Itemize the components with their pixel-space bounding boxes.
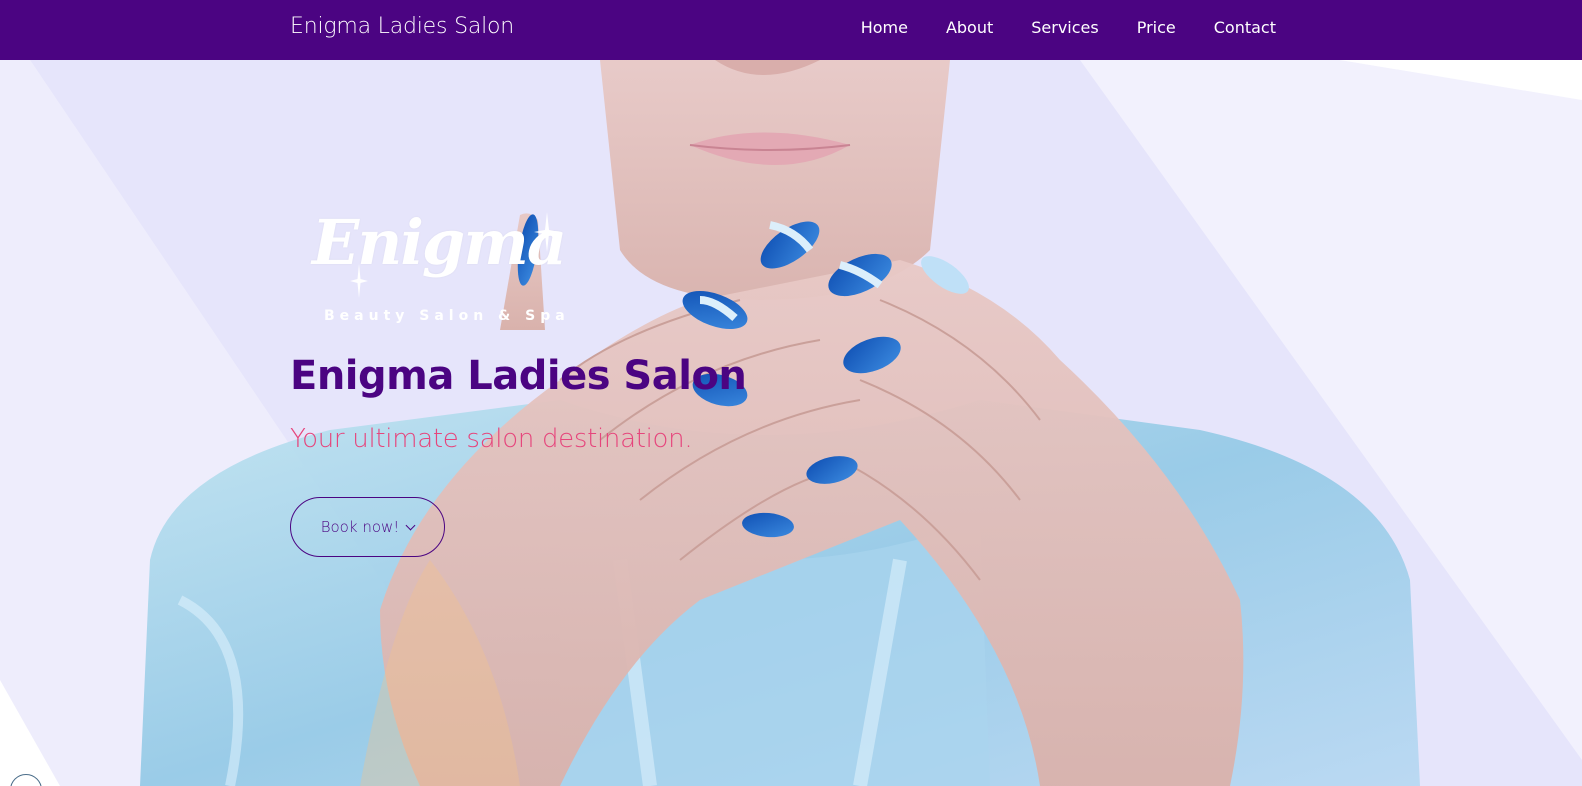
hero-subtitle: Your ultimate salon destination. [290, 424, 693, 454]
nav-links: Home About Services Price Contact [823, 18, 1276, 37]
enigma-logo: Enigma Beauty Salon & Spa [312, 206, 572, 332]
nav-about[interactable]: About [946, 18, 993, 37]
book-now-label: Book now! [320, 518, 400, 536]
nav-home[interactable]: Home [861, 18, 908, 37]
brand-link[interactable]: Enigma Ladies Salon [290, 14, 514, 39]
book-now-button[interactable]: Book now! [290, 497, 445, 557]
nav-contact[interactable]: Contact [1214, 18, 1276, 37]
chevron-down-icon [405, 520, 416, 530]
nav-price[interactable]: Price [1137, 18, 1176, 37]
hero-title: Enigma Ladies Salon [290, 353, 747, 399]
sparkle-icon [350, 264, 368, 298]
top-navbar: Enigma Ladies Salon Home About Services … [0, 0, 1582, 60]
hero-section [0, 60, 1582, 786]
sparkle-icon [534, 212, 560, 252]
hero-background-image [0, 60, 1582, 786]
logo-subtitle: Beauty Salon & Spa [324, 308, 570, 324]
nav-services[interactable]: Services [1031, 18, 1098, 37]
